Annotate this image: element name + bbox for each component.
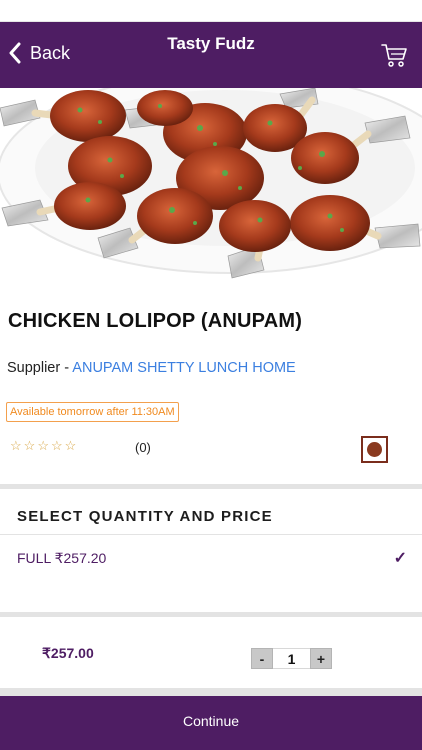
quantity-stepper[interactable]: - 1 +	[251, 648, 332, 669]
rating-count: (0)	[135, 440, 151, 455]
top-nav-bar: Back Tasty Fudz	[0, 22, 422, 88]
star-icon[interactable]: ☆	[10, 438, 22, 454]
quantity-section-heading: SELECT QUANTITY AND PRICE	[17, 508, 273, 525]
availability-badge: Available tomorrow after 11:30AM	[6, 402, 179, 422]
star-icon[interactable]: ☆	[51, 438, 63, 454]
quantity-option-label: FULL ₹257.20	[17, 550, 107, 566]
section-divider	[0, 484, 422, 489]
cart-icon[interactable]	[380, 41, 408, 69]
continue-button[interactable]: Continue	[0, 696, 422, 750]
quantity-option-full[interactable]: FULL ₹257.20 ✓	[0, 536, 422, 612]
quantity-value: 1	[273, 648, 310, 669]
section-divider	[0, 688, 422, 696]
product-image	[0, 88, 422, 284]
supplier-prefix: Supplier -	[7, 360, 73, 376]
back-label: Back	[30, 42, 71, 63]
non-veg-icon	[361, 436, 388, 463]
rating-stars[interactable]: ☆ ☆ ☆ ☆ ☆	[10, 438, 76, 454]
decrease-button[interactable]: -	[251, 648, 273, 669]
back-button[interactable]: Back	[8, 42, 70, 64]
total-price: ₹257.00	[42, 645, 94, 661]
supplier-line: Supplier - ANUPAM SHETTY LUNCH HOME	[7, 360, 296, 376]
chicken-lollipop-photo	[0, 88, 422, 279]
section-divider	[0, 612, 422, 617]
supplier-link[interactable]: ANUPAM SHETTY LUNCH HOME	[72, 360, 295, 376]
increase-button[interactable]: +	[310, 648, 332, 669]
checkmark-icon: ✓	[393, 550, 407, 567]
star-icon[interactable]: ☆	[65, 438, 77, 454]
product-name: CHICKEN LOLIPOP (ANUPAM)	[8, 310, 303, 332]
star-icon[interactable]: ☆	[24, 438, 36, 454]
divider	[0, 534, 422, 535]
chevron-left-icon	[9, 42, 21, 64]
status-bar	[0, 0, 422, 22]
star-icon[interactable]: ☆	[37, 438, 49, 454]
